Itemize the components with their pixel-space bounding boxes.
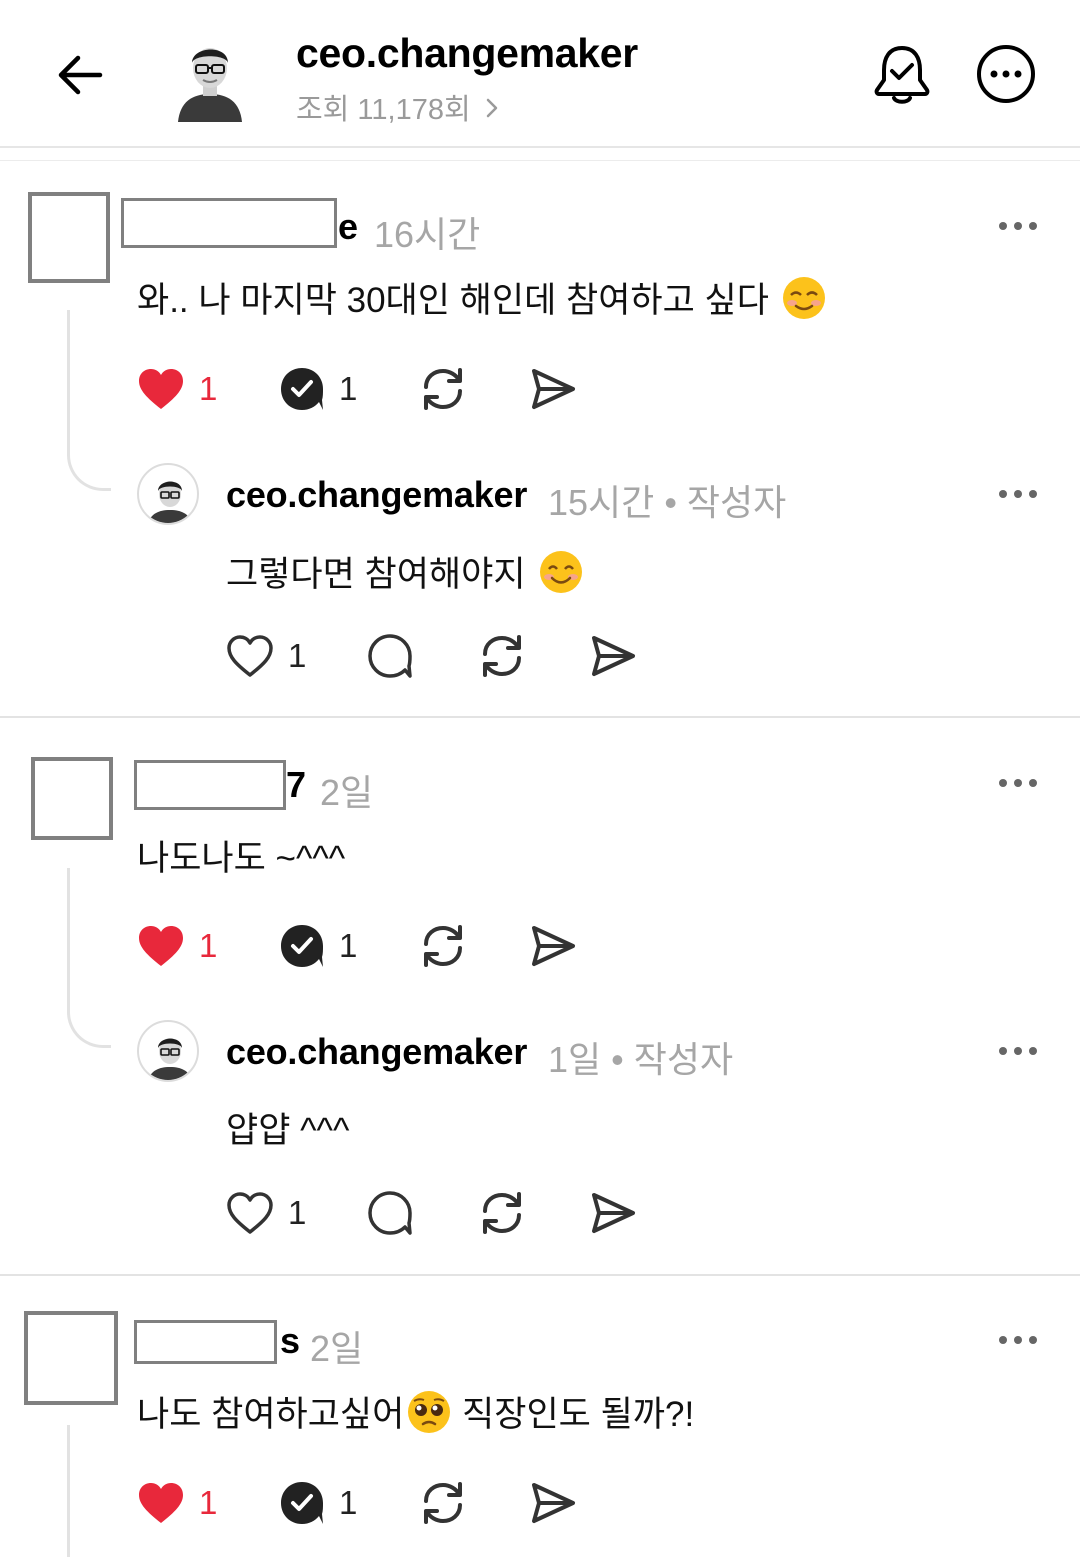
send-icon xyxy=(532,1483,575,1523)
like-button[interactable]: 1 xyxy=(137,1478,217,1528)
repost-button[interactable] xyxy=(420,1478,466,1528)
comment-text-part-2: 직장인도 될까?! xyxy=(452,1395,695,1434)
commenter-avatar[interactable] xyxy=(24,1311,118,1405)
repost-icon xyxy=(424,1482,462,1524)
more-dots-icon[interactable] xyxy=(998,1334,1038,1346)
reply-count: 1 xyxy=(339,1484,358,1521)
thread-connector-line xyxy=(67,1425,70,1557)
comment-thread: s 2일 나도 참여하고싶어 직장인도 될까?! 1 1 xyxy=(0,0,1080,1557)
like-count: 1 xyxy=(199,1484,218,1521)
username-visible-part[interactable]: s xyxy=(280,1320,300,1362)
comment-time: 2일 xyxy=(310,1328,364,1369)
redacted-username[interactable] xyxy=(134,1320,277,1364)
reply-button[interactable]: 1 xyxy=(279,1478,357,1528)
reply-checked-icon xyxy=(281,1482,323,1524)
share-button[interactable] xyxy=(530,1478,576,1528)
comment-text: 나도 참여하고싶어 직장인도 될까?! xyxy=(137,1386,694,1444)
heart-filled-icon xyxy=(139,1483,183,1523)
pleading-face-emoji-icon xyxy=(406,1389,452,1444)
comment-text-part-1: 나도 참여하고싶어 xyxy=(137,1395,405,1434)
